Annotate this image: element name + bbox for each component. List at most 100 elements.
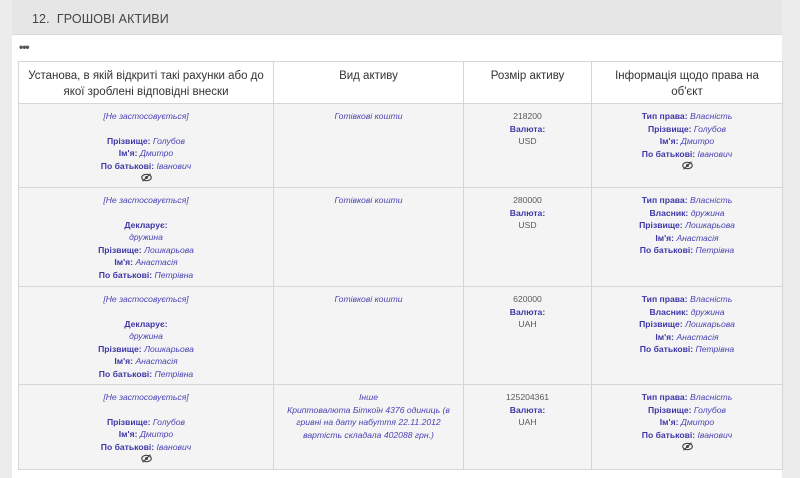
currency-value: USD <box>518 220 537 230</box>
field-value: Анастасія <box>135 257 178 267</box>
field-value: Власність <box>689 294 733 304</box>
not-applicable-text: [Не застосовується] <box>103 392 189 402</box>
left-margin <box>0 0 12 478</box>
more-options-icon[interactable]: ••• <box>19 40 30 54</box>
column-header-institution: Установа, в якій відкриті такі рахунки а… <box>18 61 274 104</box>
field-label: Прізвище: <box>647 404 692 415</box>
field-label: Ім'я: <box>114 356 134 366</box>
currency-label: Валюта: <box>509 404 546 415</box>
declarant-label: Декларує: <box>124 318 168 329</box>
table-row: [Не застосовується] Декларує: дружина Прізв… <box>18 286 783 385</box>
field-label: Ім'я: <box>114 257 134 267</box>
field-label: Ім'я: <box>118 148 138 158</box>
table-row: [Не застосовується] Прізвище: Голубов Ім'я… <box>18 103 783 188</box>
field-label: По батькові: <box>100 441 155 452</box>
right-type-line: Тип права: Власність <box>596 110 778 123</box>
field-label: Ім'я: <box>118 429 138 439</box>
currency-label: Валюта: <box>509 306 546 317</box>
field-label: Ім'я: <box>659 136 679 146</box>
field-label: По батькові: <box>639 245 694 255</box>
field-label: Ім'я: <box>655 331 675 342</box>
table-row: [Не застосовується] Декларує: дружина Прізв… <box>18 187 783 287</box>
amount-value: 280000 <box>513 195 542 205</box>
surname-line: Прізвище: Лошкарьова <box>596 318 778 331</box>
right-margin <box>782 0 800 478</box>
eye-slash-icon[interactable] <box>140 173 152 186</box>
right-type-line: Тип права: Власність <box>596 391 778 404</box>
field-label: Тип права: <box>641 392 688 402</box>
eye-slash-icon[interactable] <box>681 442 693 455</box>
field-label: По батькові: <box>100 160 155 171</box>
field-value: Іванович <box>156 160 192 171</box>
field-label: По батькові: <box>98 269 153 280</box>
patronymic-line: По батькові: Петрівна <box>596 244 778 257</box>
asset-type-value: Готівкові кошти <box>334 195 403 205</box>
owner-line: Власник: дружина <box>596 306 778 319</box>
section-title: 12. ГРОШОВІ АКТИВИ <box>32 12 169 26</box>
name-line: Ім'я: Дмитро <box>23 428 269 441</box>
not-applicable-text: [Не застосовується] <box>103 195 189 205</box>
currency-label: Валюта: <box>509 123 546 134</box>
field-label: По батькові: <box>98 368 153 379</box>
right-info-cell: Тип права: Власність Прізвище: Голубов Ім'… <box>591 103 783 188</box>
name-line: Ім'я: Анастасія <box>596 331 778 344</box>
right-info-cell: Тип права: Власність Власник: дружина Пріз… <box>591 286 783 385</box>
field-label: Прізвище: <box>106 135 151 146</box>
field-label: По батькові: <box>641 148 696 159</box>
currency-value: UAH <box>518 319 537 329</box>
table-body: [Не застосовується] Прізвище: Голубов Ім'я… <box>18 103 783 470</box>
patronymic-line: По батькові: Петрівна <box>23 368 269 381</box>
field-label: Прізвище: <box>106 416 151 427</box>
institution-cell: [Не застосовується] Декларує: дружина Прізв… <box>18 286 274 385</box>
field-value: Анастасія <box>676 232 719 243</box>
asset-type-cell: Готівкові кошти <box>273 103 464 188</box>
patronymic-line: По батькові: Іванович <box>596 148 778 161</box>
eye-slash-icon[interactable] <box>681 161 693 174</box>
field-label: Тип права: <box>641 294 688 304</box>
field-label: Власник: <box>649 207 689 218</box>
field-value: Анастасія <box>135 356 178 366</box>
asset-type-cell: Інше Криптовалюта Біткоїн 4376 одиниць (в… <box>273 384 464 470</box>
name-line: Ім'я: Анастасія <box>23 256 269 269</box>
asset-type-value: Готівкові кошти <box>334 294 403 304</box>
currency-label: Валюта: <box>509 207 546 218</box>
declarant-value: дружина <box>129 232 163 242</box>
column-header-asset-amount: Розмір активу <box>463 61 592 104</box>
field-label: Ім'я: <box>659 417 679 427</box>
name-line: Ім'я: Анастасія <box>23 355 269 368</box>
surname-line: Прізвище: Голубов <box>596 123 778 136</box>
field-label: Тип права: <box>641 111 688 121</box>
name-line: Ім'я: Анастасія <box>596 232 778 245</box>
field-value: дружина <box>690 207 725 218</box>
field-value: Петрівна <box>154 368 194 379</box>
not-applicable-text: [Не застосовується] <box>103 111 189 121</box>
right-type-line: Тип права: Власність <box>596 194 778 207</box>
surname-line: Прізвище: Лошкарьова <box>23 343 269 356</box>
patronymic-line: По батькові: Іванович <box>23 441 269 454</box>
patronymic-line: По батькові: Петрівна <box>23 269 269 282</box>
asset-amount-cell: 620000 Валюта: UAH <box>463 286 592 385</box>
field-label: Прізвище: <box>639 319 683 329</box>
patronymic-line: По батькові: Іванович <box>23 160 269 173</box>
eye-slash-icon[interactable] <box>140 454 152 467</box>
field-value: Голубов <box>693 404 727 415</box>
field-value: Лошкарьова <box>685 220 735 230</box>
patronymic-line: По батькові: Іванович <box>596 429 778 442</box>
field-label: Власник: <box>649 306 689 317</box>
field-value: Дмитро <box>680 417 715 427</box>
right-info-cell: Тип права: Власність Власник: дружина Пріз… <box>591 187 783 287</box>
monetary-assets-table: Установа, в якій відкриті такі рахунки а… <box>18 61 783 470</box>
amount-value: 620000 <box>513 294 542 304</box>
field-value: Іванович <box>697 429 733 440</box>
field-value: Лошкарьова <box>685 319 735 329</box>
institution-cell: [Не застосовується] Прізвище: Голубов Ім'я… <box>18 384 274 470</box>
field-label: Прізвище: <box>647 123 692 134</box>
amount-value: 125204361 <box>505 392 549 402</box>
name-line: Ім'я: Дмитро <box>596 135 778 148</box>
field-value: Петрівна <box>695 344 735 354</box>
section-header: 12. ГРОШОВІ АКТИВИ <box>12 0 782 35</box>
owner-line: Власник: дружина <box>596 207 778 220</box>
